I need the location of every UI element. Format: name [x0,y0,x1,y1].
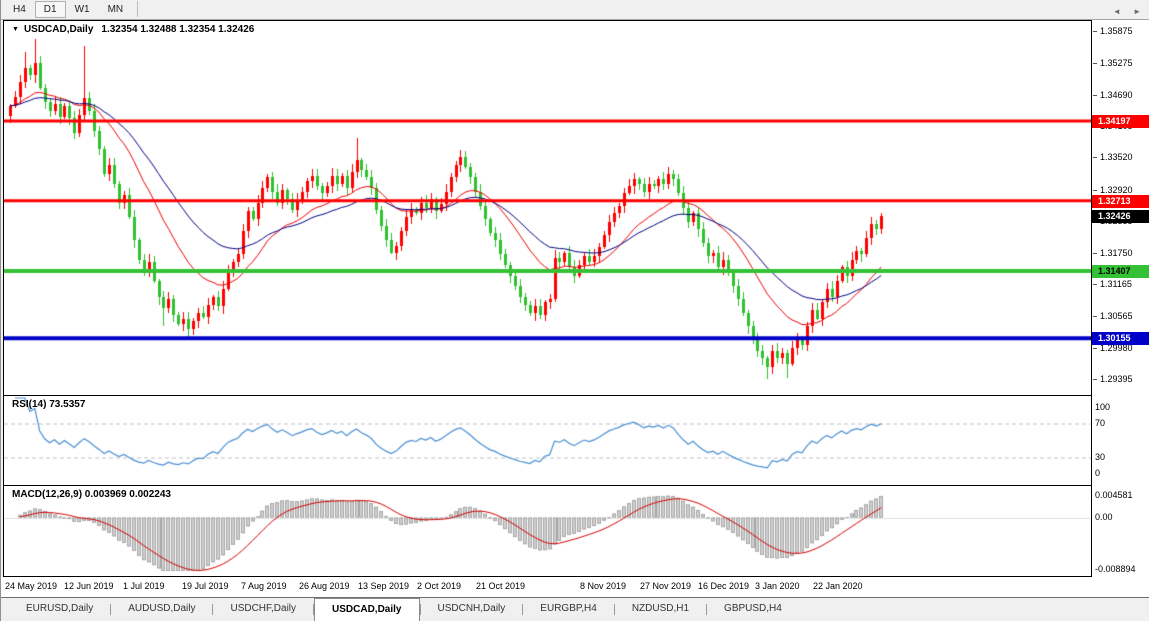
app-window: H4D1W1MN ▼ USDCAD,Daily 1.32354 1.32488 1.… [0,0,1149,621]
main-chart-panel: ▼ USDCAD,Daily 1.32354 1.32488 1.32354 1.3… [3,20,1092,396]
rsi-canvas[interactable] [4,396,1091,485]
toolbar-separator [137,1,138,17]
timeframe-button-mn[interactable]: MN [99,1,133,18]
x-axis-label: 24 May 2019 [5,581,57,591]
timeframe-toolbar: H4D1W1MN [1,0,1149,20]
x-axis-label: 19 Jul 2019 [182,581,229,591]
price-level-badge: 1.34197 [1092,115,1149,128]
macd-panel: MACD(12,26,9) 0.003969 0.002243 [3,485,1092,577]
rsi-axis-tick: 0 [1095,468,1100,478]
tab-scroll-right-icon[interactable]: ► [1133,7,1141,16]
macd-axis-tick: 0.004581 [1095,490,1133,500]
y-axis-tick: 1.35875 [1093,26,1133,36]
symbol-dropdown-icon[interactable]: ▼ [12,26,19,33]
main-chart-canvas[interactable] [4,21,1091,395]
rsi-label: RSI(14) 73.5357 [12,399,85,410]
price-axis[interactable]: 1.358751.352751.346901.341051.335201.329… [1092,20,1149,577]
x-axis-label: 16 Dec 2019 [698,581,749,591]
timeframe-button-h4[interactable]: H4 [4,1,35,18]
current-price-badge: 1.32426 [1092,210,1149,223]
rsi-axis-tick: 100 [1095,402,1110,412]
tab-usdcad-daily[interactable]: USDCAD,Daily [314,598,419,621]
tab-usdchf-daily[interactable]: USDCHF,Daily [213,598,313,621]
tab-usdcnh-daily[interactable]: USDCNH,Daily [421,598,523,621]
x-axis-label: 26 Aug 2019 [299,581,350,591]
x-axis-label: 27 Nov 2019 [640,581,691,591]
rsi-axis-tick: 30 [1095,452,1105,462]
y-axis-tick: 1.29395 [1093,374,1133,384]
chart-ohlc-values: 1.32354 1.32488 1.32354 1.32426 [101,24,254,35]
tab-gbpusd-h4[interactable]: GBPUSD,H4 [707,598,799,621]
chart-symbol-period: USDCAD,Daily [24,24,93,35]
x-axis-label: 7 Aug 2019 [241,581,287,591]
y-axis-tick: 1.30565 [1093,311,1133,321]
y-axis-tick: 1.35275 [1093,58,1133,68]
macd-axis-tick: 0.00 [1095,512,1113,522]
timeframe-button-w1[interactable]: W1 [66,1,99,18]
chart-title: ▼ USDCAD,Daily 1.32354 1.32488 1.32354 1.3… [12,24,254,35]
price-level-badge: 1.30155 [1092,332,1149,345]
timeframe-button-d1[interactable]: D1 [35,1,66,18]
x-axis-label: 8 Nov 2019 [580,581,626,591]
tab-eurusd-daily[interactable]: EURUSD,Daily [9,598,110,621]
tab-nzdusd-h1[interactable]: NZDUSD,H1 [615,598,706,621]
x-axis-label: 13 Sep 2019 [358,581,409,591]
x-axis-label: 3 Jan 2020 [755,581,800,591]
y-axis-tick: 1.31750 [1093,248,1133,258]
y-axis-tick: 1.32920 [1093,185,1133,195]
tab-eurgbp-h4[interactable]: EURGBP,H4 [523,598,614,621]
x-axis-label: 1 Jul 2019 [123,581,165,591]
tab-audusd-daily[interactable]: AUDUSD,Daily [111,598,212,621]
y-axis-tick: 1.31165 [1093,279,1132,289]
x-axis-label: 2 Oct 2019 [417,581,461,591]
date-axis[interactable]: 24 May 2019 12 Jun 2019 1 Jul 2019 19 Jul 2… [1,577,1149,598]
macd-axis-tick: -0.008894 [1095,564,1136,574]
x-axis-label: 12 Jun 2019 [64,581,114,591]
rsi-axis-tick: 70 [1095,418,1105,428]
price-level-badge: 1.31407 [1092,265,1149,278]
x-axis-label: 22 Jan 2020 [813,581,863,591]
tab-scroll-left-icon[interactable]: ◄ [1113,7,1121,16]
y-axis-tick: 1.34690 [1093,90,1133,100]
macd-label: MACD(12,26,9) 0.003969 0.002243 [12,489,171,500]
tab-scroll-arrows: ◄ ► [1103,7,1141,16]
rsi-panel: RSI(14) 73.5357 [3,395,1092,486]
price-level-badge: 1.32713 [1092,195,1149,208]
tab-bar: EURUSD,DailyAUDUSD,DailyUSDCHF,DailyUSDC… [1,598,1149,621]
y-axis-tick: 1.33520 [1093,152,1133,162]
x-axis-label: 21 Oct 2019 [476,581,525,591]
